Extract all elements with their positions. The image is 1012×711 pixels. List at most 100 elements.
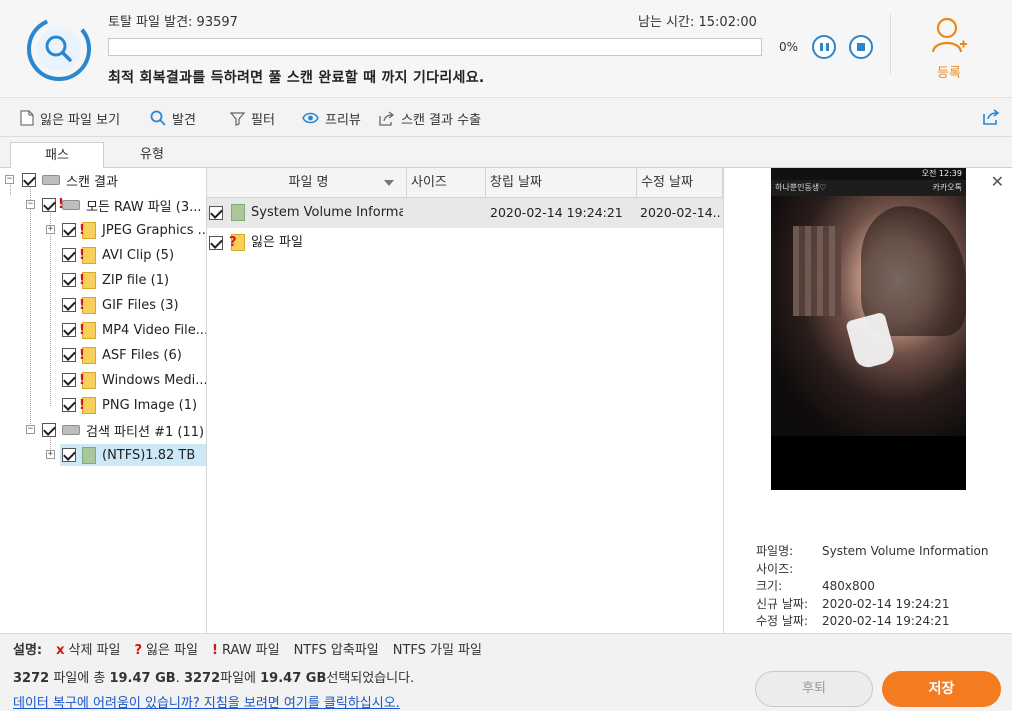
help-link[interactable]: 데이터 복구에 어려움이 있습니까? 지침을 보려면 여기를 클릭하십시오.	[13, 692, 400, 711]
summary-text: 파일에	[220, 671, 261, 686]
chat-title: 하나뿐인동생♡	[775, 183, 827, 192]
tree-node-raw-item[interactable]: ASF Files (6)	[62, 344, 182, 366]
lost-file-icon	[229, 234, 245, 251]
checkbox-raw-files[interactable]	[42, 198, 56, 212]
found-label: 토탈 파일 발견:	[108, 15, 193, 30]
find-label: 발견	[172, 112, 196, 128]
expand-jpeg-toggle[interactable]: +	[46, 225, 55, 234]
row-checkbox[interactable]	[209, 206, 223, 220]
find-button[interactable]: 발견	[150, 108, 196, 128]
tree-node-raw-item[interactable]: Windows Medi...	[62, 369, 207, 391]
raw-file-icon	[79, 346, 96, 364]
table-row[interactable]: System Volume Informa... 2020-02-14 19:2…	[207, 198, 723, 228]
raw-file-icon	[79, 296, 96, 314]
info-key: 신규 날짜:	[756, 596, 809, 611]
checkbox-scan-results[interactable]	[22, 173, 36, 187]
checkbox-raw-item[interactable]	[62, 248, 76, 262]
tree-node-label: GIF Files (3)	[102, 297, 179, 313]
expand-ntfs-toggle[interactable]: +	[46, 450, 55, 459]
pause-scan-button[interactable]	[812, 35, 836, 59]
checkbox-raw-item[interactable]	[62, 348, 76, 362]
filter-button[interactable]: 필터	[230, 108, 275, 128]
photo-content	[771, 196, 966, 436]
preview-button[interactable]: 프리뷰	[302, 108, 361, 128]
remaining-time: 남는 시간: 15:02:00	[638, 11, 757, 30]
collapse-root-toggle[interactable]: −	[5, 175, 14, 184]
tree-node-raw-item[interactable]: ZIP file (1)	[62, 269, 169, 291]
tree-node-label: ASF Files (6)	[102, 347, 182, 363]
drive-icon	[42, 175, 60, 185]
tree-node-label: JPEG Graphics ...	[102, 222, 207, 238]
export-scan-results-button[interactable]: 스캔 결과 수출	[378, 108, 481, 128]
info-key: 사이즈:	[756, 561, 794, 576]
sort-desc-icon	[384, 180, 394, 186]
folder-tree: − 스캔 결과 − 모든 RAW 파일 (3... + JPEG Graphic…	[0, 168, 207, 633]
tree-node-label: 모든 RAW 파일 (3...	[86, 199, 202, 215]
share-button[interactable]	[982, 108, 1000, 130]
show-lost-files-button[interactable]: 잃은 파일 보기	[20, 108, 120, 128]
collapse-raw-toggle[interactable]: −	[26, 200, 35, 209]
back-button[interactable]: 후퇴	[755, 671, 873, 707]
close-preview-icon[interactable]: ✕	[991, 172, 1004, 191]
checkbox-raw-item[interactable]	[62, 323, 76, 337]
row-checkbox[interactable]	[209, 236, 223, 250]
tree-node-raw-item[interactable]: AVI Clip (5)	[62, 244, 174, 266]
preview-label: 프리뷰	[325, 112, 361, 128]
legend-title: 설명:	[13, 643, 43, 658]
cell-name: 잃은 파일	[251, 235, 303, 250]
tree-connector	[10, 185, 11, 195]
checkbox-raw-item[interactable]	[62, 223, 76, 237]
preview-panel: ✕ 오전 12:39 하나뿐인동생♡ 카카오톡 파일명: System Volu…	[724, 168, 1012, 633]
column-header-label: 파일 명	[288, 175, 329, 190]
summary-text: 선택되었습니다.	[326, 671, 415, 686]
file-list: 파일 명 사이즈 창립 날짜 수정 날짜 System Volume Infor…	[207, 168, 724, 633]
column-header-size[interactable]: 사이즈	[407, 168, 486, 198]
tree-node-label: Windows Medi...	[102, 372, 207, 388]
tree-node-label: (NTFS)1.82 TB	[102, 447, 196, 463]
tree-node-raw-item[interactable]: JPEG Graphics ...	[62, 219, 207, 241]
table-row[interactable]: 잃은 파일	[207, 228, 723, 258]
column-header-name[interactable]: 파일 명	[207, 168, 407, 198]
tree-node-label: AVI Clip (5)	[102, 247, 175, 263]
tree-connector	[50, 210, 51, 406]
checkbox-partition[interactable]	[42, 423, 56, 437]
raw-mark-icon: !	[212, 643, 218, 658]
cell-modified: 2020-02-14...	[640, 205, 722, 220]
raw-file-icon	[79, 321, 96, 339]
pause-icon	[820, 43, 823, 51]
save-button[interactable]: 저장	[882, 671, 1001, 707]
tab-path[interactable]: 패스	[10, 142, 104, 169]
tree-node-raw-item[interactable]: GIF Files (3)	[62, 294, 179, 316]
register-button[interactable]: 등록	[922, 16, 976, 81]
deleted-mark-icon: x	[56, 643, 65, 658]
legend-label: RAW 파일	[221, 643, 280, 658]
tree-node-raw-item[interactable]: MP4 Video File...	[62, 319, 206, 341]
status-footer: 설명: x 삭제 파일 ? 잃은 파일 ! RAW 파일 NTFS 압축파일 NTFS…	[0, 633, 1012, 711]
raw-file-icon	[79, 246, 96, 264]
total-files-found: 토탈 파일 발견: 93597	[108, 11, 238, 30]
stop-scan-button[interactable]	[849, 35, 873, 59]
tree-node-search-partition[interactable]: 검색 파티션 #1 (11)	[42, 419, 204, 441]
checkbox-raw-item[interactable]	[62, 373, 76, 387]
checkbox-raw-item[interactable]	[62, 298, 76, 312]
column-header-modified[interactable]: 수정 날짜	[637, 168, 723, 198]
tree-node-raw-item[interactable]: PNG Image (1)	[62, 394, 197, 416]
checkbox-raw-item[interactable]	[62, 273, 76, 287]
checkbox-ntfs-volume[interactable]	[62, 448, 76, 462]
checkbox-raw-item[interactable]	[62, 398, 76, 412]
selection-summary: 3272 파일에 총 19.47 GB. 3272파일에 19.47 GB선택되…	[13, 667, 414, 686]
collapse-partition-toggle[interactable]: −	[26, 425, 35, 434]
tree-node-all-raw-files[interactable]: 모든 RAW 파일 (3...	[42, 194, 202, 216]
scan-status-header: 토탈 파일 발견: 93597 남는 시간: 15:02:00 0% 최적 회복…	[0, 0, 1012, 98]
tree-node-scan-results[interactable]: 스캔 결과	[22, 169, 118, 191]
column-header-created[interactable]: 창립 날짜	[486, 168, 637, 198]
tree-node-ntfs-volume[interactable]: (NTFS)1.82 TB	[60, 444, 206, 466]
tree-node-label: 스캔 결과	[66, 174, 118, 190]
raw-drive-icon	[58, 197, 80, 212]
tab-type[interactable]: 유형	[105, 142, 199, 169]
register-label: 등록	[937, 66, 961, 81]
scan-progress-bar	[108, 38, 762, 56]
recovery-app-window: 토탈 파일 발견: 93597 남는 시간: 15:02:00 0% 최적 회복…	[0, 0, 1012, 711]
tree-connector	[30, 185, 31, 430]
info-value: System Volume Information	[822, 544, 989, 558]
